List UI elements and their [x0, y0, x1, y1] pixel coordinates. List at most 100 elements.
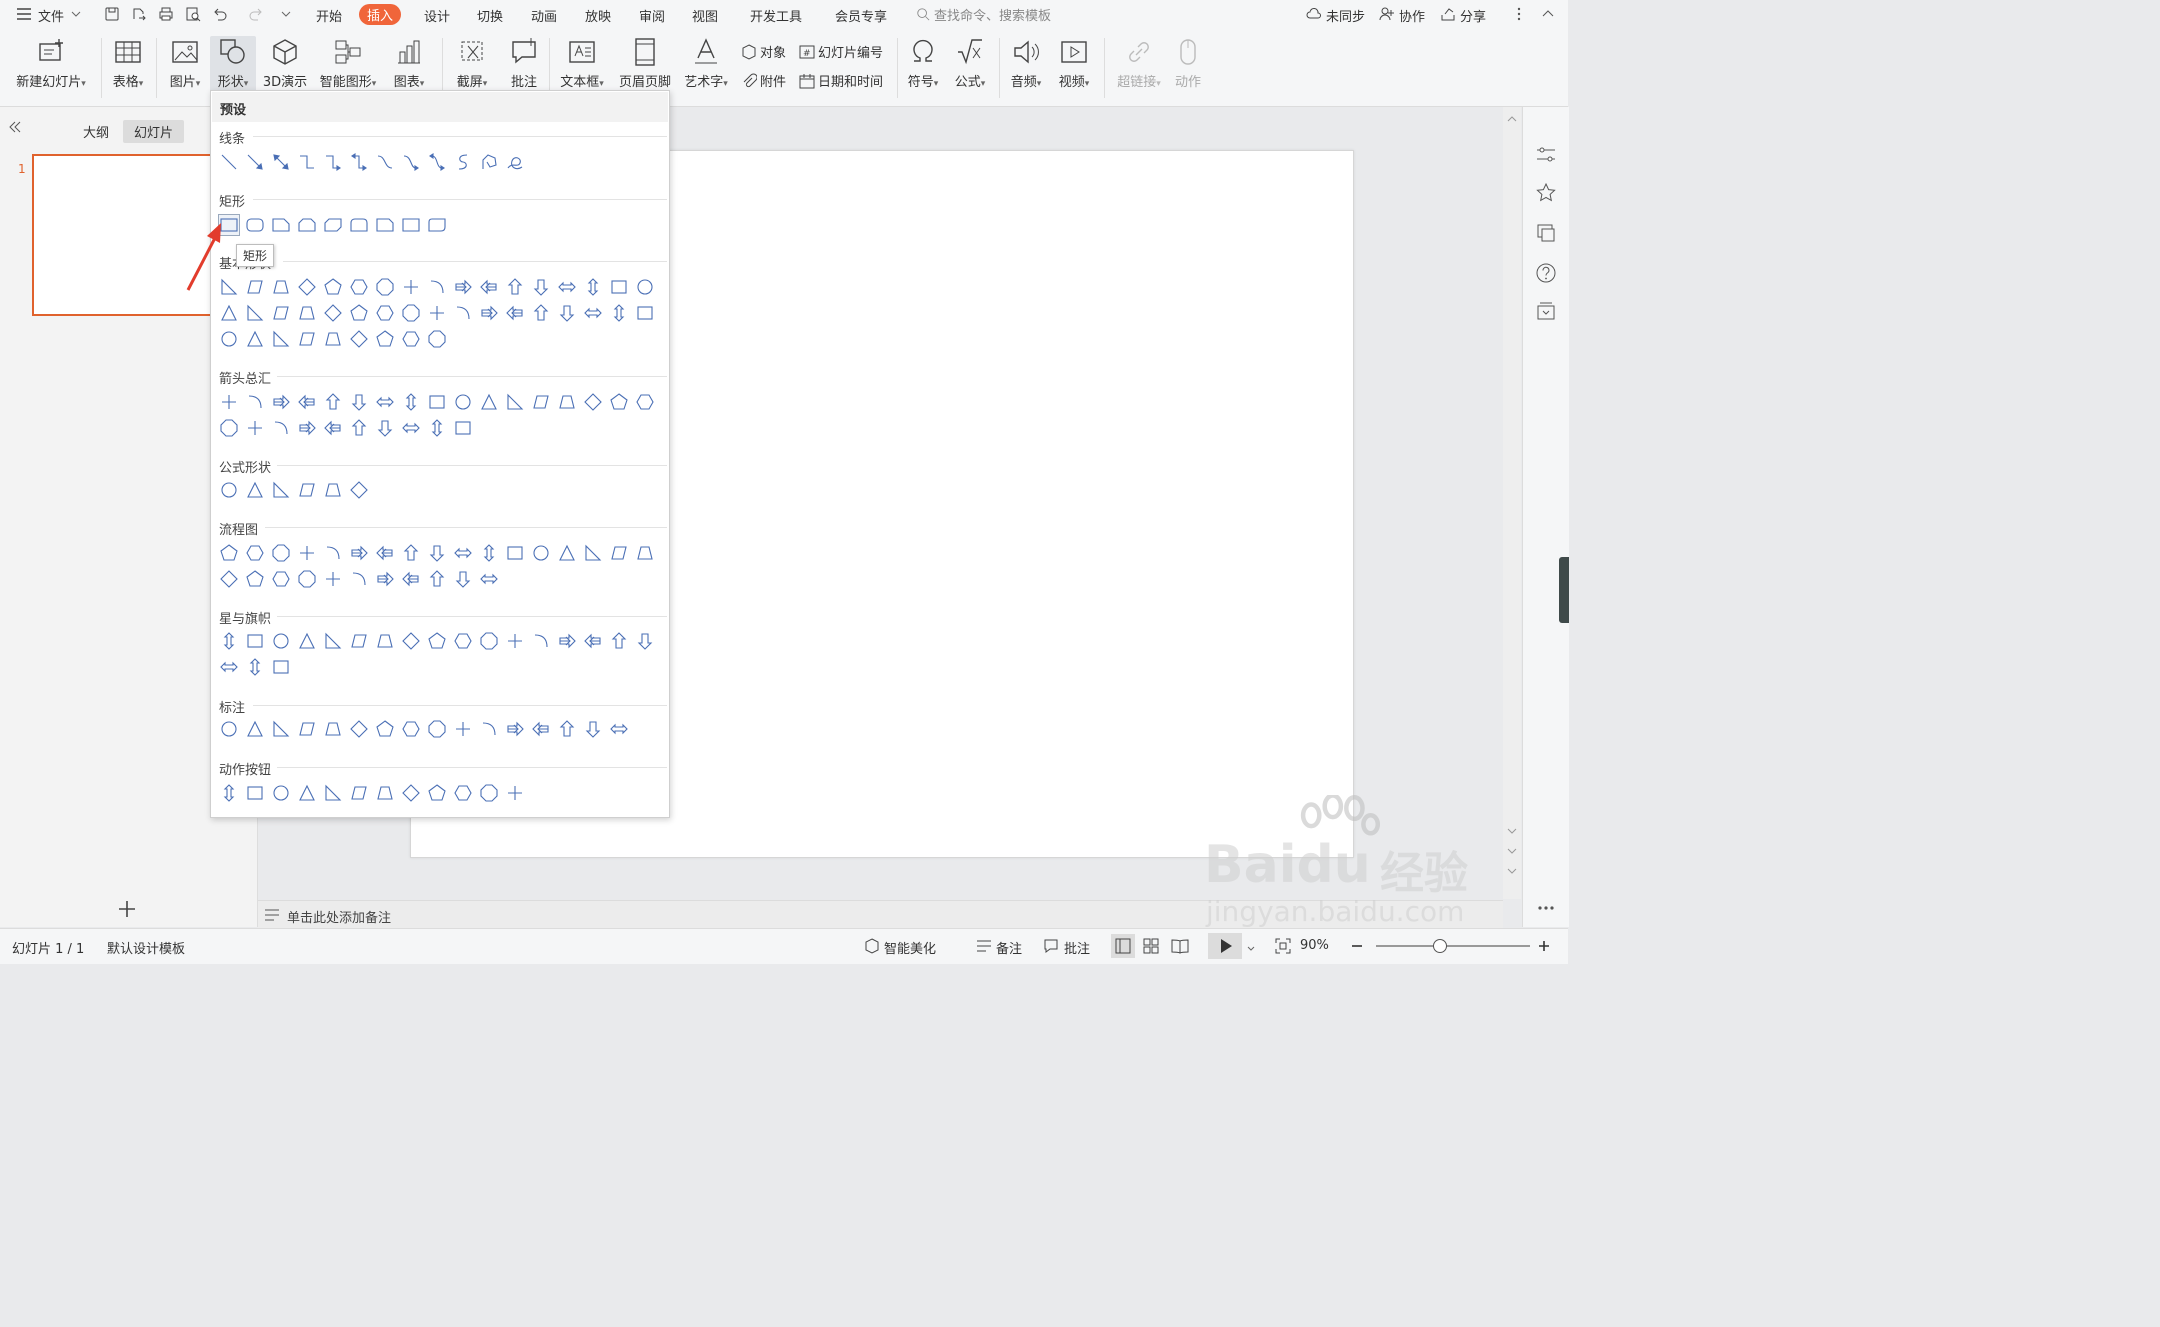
action-shape-1-12-icon[interactable]: [505, 783, 525, 803]
basic-shape-2-13-icon[interactable]: [531, 303, 551, 323]
comment-toggle-icon[interactable]: [1043, 938, 1059, 954]
rect-shape-1-2-icon[interactable]: [245, 215, 265, 235]
eq-shape-1-4-icon[interactable]: [297, 480, 317, 500]
lines-shape-1-10-icon[interactable]: [453, 152, 473, 172]
flow-shape-1-2-icon[interactable]: [245, 543, 265, 563]
basic-shape-2-2-icon[interactable]: [245, 303, 265, 323]
flow-shape-1-3-icon[interactable]: [271, 543, 291, 563]
stars-shape-1-3-icon[interactable]: [271, 631, 291, 651]
picture-button[interactable]: 图片▾: [166, 36, 204, 90]
flow-shape-2-1-icon[interactable]: [219, 569, 239, 589]
arrows-shape-2-6-icon[interactable]: [349, 418, 369, 438]
basic-shape-3-3-icon[interactable]: [271, 329, 291, 349]
stars-shape-1-13-icon[interactable]: [531, 631, 551, 651]
zoom-in-icon[interactable]: [1537, 938, 1551, 954]
lines-shape-1-8-icon[interactable]: [401, 152, 421, 172]
callout-shape-1-16-icon[interactable]: [609, 719, 629, 739]
plus-icon[interactable]: [117, 899, 137, 919]
flow-shape-2-2-icon[interactable]: [245, 569, 265, 589]
basic-shape-1-11-icon[interactable]: [479, 277, 499, 297]
flow-shape-1-5-icon[interactable]: [323, 543, 343, 563]
3d-presentation-button[interactable]: 3D演示: [261, 36, 309, 90]
eq-shape-1-5-icon[interactable]: [323, 480, 343, 500]
callout-shape-1-11-icon[interactable]: [479, 719, 499, 739]
formula-button[interactable]: 公式▾: [950, 36, 990, 90]
basic-shape-2-8-icon[interactable]: [401, 303, 421, 323]
flow-shape-1-14-icon[interactable]: [557, 543, 577, 563]
more-vertical-icon[interactable]: [1511, 6, 1527, 22]
basic-shape-2-15-icon[interactable]: [583, 303, 603, 323]
flow-shape-1-7-icon[interactable]: [375, 543, 395, 563]
backup-icon[interactable]: [1535, 300, 1557, 322]
attachment-button[interactable]: 附件: [741, 71, 786, 90]
basic-shape-2-11-icon[interactable]: [479, 303, 499, 323]
basic-shape-1-10-icon[interactable]: [453, 277, 473, 297]
cloud-sync-icon[interactable]: [1306, 6, 1322, 22]
flow-shape-2-5-icon[interactable]: [323, 569, 343, 589]
action-shape-1-8-icon[interactable]: [401, 783, 421, 803]
stars-shape-1-5-icon[interactable]: [323, 631, 343, 651]
basic-shape-2-7-icon[interactable]: [375, 303, 395, 323]
flow-shape-2-4-icon[interactable]: [297, 569, 317, 589]
flow-shape-2-7-icon[interactable]: [375, 569, 395, 589]
callout-shape-1-9-icon[interactable]: [427, 719, 447, 739]
tab-animations[interactable]: 动画: [531, 6, 557, 25]
action-shape-1-3-icon[interactable]: [271, 783, 291, 803]
customize-quick-access-icon[interactable]: [278, 6, 294, 22]
notes-toggle-icon[interactable]: [976, 939, 992, 953]
lines-shape-1-1-icon[interactable]: [219, 152, 239, 172]
side-handle[interactable]: [1559, 557, 1569, 623]
smart-graphic-button[interactable]: 智能图形▾: [316, 36, 380, 90]
animation-star-icon[interactable]: [1535, 182, 1557, 204]
arrows-shape-2-4-icon[interactable]: [297, 418, 317, 438]
zoom-slider-thumb[interactable]: [1433, 939, 1447, 953]
normal-view-icon[interactable]: [1111, 934, 1135, 958]
action-shape-1-9-icon[interactable]: [427, 783, 447, 803]
action-shape-1-7-icon[interactable]: [375, 783, 395, 803]
flow-shape-1-8-icon[interactable]: [401, 543, 421, 563]
callout-shape-1-15-icon[interactable]: [583, 719, 603, 739]
stars-shape-1-10-icon[interactable]: [453, 631, 473, 651]
collapse-pane-icon[interactable]: [8, 120, 22, 134]
arrows-shape-1-3-icon[interactable]: [271, 392, 291, 412]
rect-shape-1-5-icon[interactable]: [323, 215, 343, 235]
flow-shape-1-4-icon[interactable]: [297, 543, 317, 563]
flow-shape-1-10-icon[interactable]: [453, 543, 473, 563]
fit-window-icon[interactable]: [1275, 938, 1291, 954]
callout-shape-1-5-icon[interactable]: [323, 719, 343, 739]
basic-shape-1-15-icon[interactable]: [583, 277, 603, 297]
basic-shape-2-16-icon[interactable]: [609, 303, 629, 323]
basic-shape-2-9-icon[interactable]: [427, 303, 447, 323]
arrows-shape-1-12-icon[interactable]: [505, 392, 525, 412]
file-menu[interactable]: 文件: [38, 6, 64, 25]
undo-icon[interactable]: [212, 6, 228, 22]
collaborate-button[interactable]: 协作: [1399, 6, 1425, 25]
arrows-shape-2-2-icon[interactable]: [245, 418, 265, 438]
sync-status[interactable]: 未同步: [1326, 6, 1365, 25]
collaborate-icon[interactable]: [1379, 6, 1395, 22]
tab-outline[interactable]: 大纲: [72, 120, 120, 143]
tab-developer[interactable]: 开发工具: [750, 6, 802, 25]
collapse-ribbon-icon[interactable]: [1540, 6, 1556, 22]
action-shape-1-11-icon[interactable]: [479, 783, 499, 803]
arrows-shape-2-1-icon[interactable]: [219, 418, 239, 438]
basic-shape-1-17-icon[interactable]: [635, 277, 655, 297]
basic-shape-2-10-icon[interactable]: [453, 303, 473, 323]
stars-shape-1-15-icon[interactable]: [583, 631, 603, 651]
lines-shape-1-2-icon[interactable]: [245, 152, 265, 172]
play-slideshow-icon[interactable]: [1208, 933, 1242, 959]
rect-shape-1-4-icon[interactable]: [297, 215, 317, 235]
arrows-shape-2-9-icon[interactable]: [427, 418, 447, 438]
basic-shape-3-6-icon[interactable]: [349, 329, 369, 349]
hyperlink-button[interactable]: 超链接▾: [1113, 36, 1165, 90]
stars-shape-1-2-icon[interactable]: [245, 631, 265, 651]
action-shape-1-5-icon[interactable]: [323, 783, 343, 803]
comment-toggle-button[interactable]: 批注: [1064, 938, 1090, 957]
callout-shape-1-7-icon[interactable]: [375, 719, 395, 739]
basic-shape-1-14-icon[interactable]: [557, 277, 577, 297]
design-template[interactable]: 默认设计模板: [107, 938, 185, 957]
save-icon[interactable]: [104, 6, 120, 22]
flow-shape-1-9-icon[interactable]: [427, 543, 447, 563]
eq-shape-1-2-icon[interactable]: [245, 480, 265, 500]
help-icon[interactable]: [1535, 262, 1557, 284]
